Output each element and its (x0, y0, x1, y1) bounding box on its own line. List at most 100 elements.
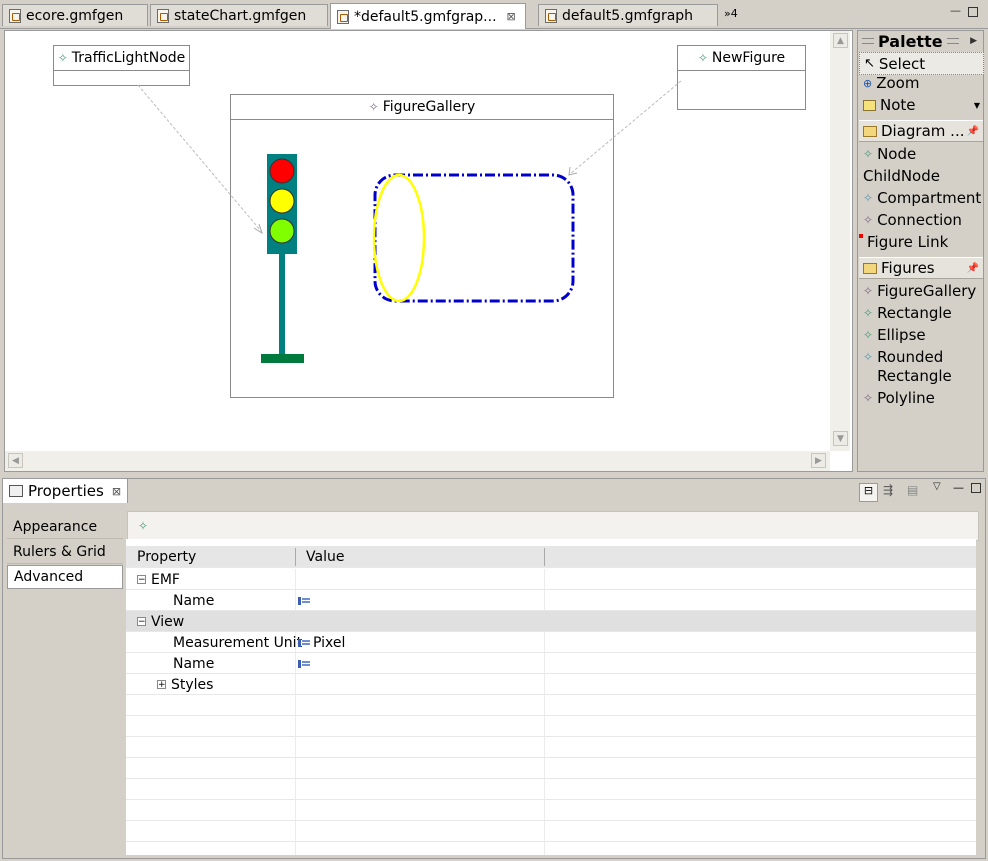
column-value[interactable]: Value (306, 546, 344, 567)
palette-menu-icon[interactable]: ▶ (970, 36, 977, 46)
property-table[interactable]: Property Value − EMF Name − View Measureme… (126, 539, 976, 855)
palette-item-figuregallery[interactable]: ✧ FigureGallery (863, 282, 976, 300)
folder-icon (863, 262, 877, 274)
categories-icon[interactable]: ⊟ (859, 483, 878, 502)
tab-ecore-gmfgen[interactable]: ecore.gmfgen (2, 4, 148, 26)
scroll-right-icon[interactable]: ▶ (811, 453, 826, 468)
tool-label: Zoom (876, 74, 920, 92)
figure-link-icon (859, 234, 863, 238)
tab-appearance[interactable]: Appearance (7, 515, 123, 539)
maximize-icon[interactable] (968, 7, 978, 17)
tab-label: *default5.gmfgrap... (354, 8, 497, 25)
tool-select[interactable]: ↖ Select (859, 52, 984, 75)
table-row[interactable]: Name (126, 590, 976, 611)
empty-row (126, 695, 976, 716)
palette-panel: Palette ▶ ↖ Select ⊕ Zoom Note ▼ Diagram… (857, 30, 984, 472)
palette-item-polyline[interactable]: ✧ Polyline (863, 389, 935, 407)
diagram-canvas[interactable]: ✧ TrafficLightNode ✧ NewFigure ✧ FigureG… (4, 30, 853, 472)
palette-item-figure-link[interactable]: Figure Link (859, 233, 948, 251)
tab-label: Rulers & Grid (13, 543, 106, 560)
restore-default-icon[interactable]: ▤ (907, 483, 918, 497)
scroll-up-icon[interactable]: ▲ (833, 33, 848, 48)
row-label: Name (173, 592, 215, 609)
properties-view-tab[interactable]: Properties ⊠ (3, 479, 128, 503)
table-row[interactable]: + Styles (126, 674, 976, 695)
palette-item-rounded-rectangle[interactable]: ✧ Rounded Rectangle (863, 348, 958, 386)
empty-row (126, 716, 976, 737)
tab-label: Advanced (14, 569, 84, 585)
chevron-down-icon[interactable]: ▼ (974, 101, 980, 110)
table-row[interactable]: Measurement Unit Pixel (126, 632, 976, 653)
table-row[interactable]: − View (126, 611, 976, 632)
palette-title: Palette (878, 31, 943, 51)
folder-icon (863, 125, 877, 137)
tab-label: Appearance (13, 518, 98, 535)
empty-row (126, 758, 976, 779)
maximize-icon[interactable] (971, 483, 981, 493)
green-light (269, 218, 295, 244)
ellipse-tool-icon: ✧ (863, 328, 874, 342)
value-icon (298, 659, 310, 668)
horizontal-scrollbar[interactable]: ◀ ▶ (5, 451, 830, 471)
minimize-icon[interactable]: — (953, 481, 964, 494)
collapse-icon[interactable]: − (137, 575, 146, 585)
tab-rulers-grid[interactable]: Rulers & Grid (7, 540, 123, 564)
palette-item-rectangle[interactable]: ✧ Rectangle (863, 304, 952, 322)
row-value[interactable]: Pixel (313, 635, 345, 651)
arrow-head (253, 223, 263, 235)
value-icon (298, 596, 310, 605)
expand-icon[interactable]: + (157, 680, 166, 690)
view-title: Properties (28, 482, 104, 500)
traffic-light-pole (279, 254, 285, 356)
close-icon[interactable]: ⊠ (507, 10, 516, 23)
row-label: EMF (151, 571, 180, 588)
close-icon[interactable]: ⊠ (112, 485, 121, 498)
tab-label: ecore.gmfgen (26, 7, 124, 24)
filter-icon[interactable]: ⇶ (883, 483, 893, 497)
rounded-rectangle-tool-icon: ✧ (863, 350, 874, 364)
view-menu-icon[interactable]: ▽ (933, 481, 941, 492)
palette-item-ellipse[interactable]: ✧ Ellipse (863, 326, 926, 344)
properties-title-band: ✧ (127, 511, 979, 541)
tab-advanced[interactable]: Advanced (7, 565, 123, 589)
drawer-label: Diagram ... (881, 122, 965, 140)
table-row[interactable]: − EMF (126, 569, 976, 590)
table-header: Property Value (126, 546, 976, 568)
traffic-light-base (261, 354, 304, 363)
minimize-icon[interactable]: — (950, 5, 961, 16)
pin-icon[interactable]: 📌 (967, 263, 979, 274)
palette-item-compartment[interactable]: ✧ Compartment (863, 189, 981, 207)
item-label: Figure Link (867, 233, 949, 251)
magnifier-icon: ⊕ (863, 76, 873, 90)
tab-default5-gmfgraph-active[interactable]: *default5.gmfgrap... ⊠ (330, 3, 526, 29)
drawer-figures[interactable]: Figures 📌 (859, 257, 983, 279)
file-icon (337, 9, 349, 24)
drawer-diagram[interactable]: Diagram ... 📌 (859, 120, 983, 142)
palette-item-connection[interactable]: ✧ Connection (863, 211, 962, 229)
tab-statechart-gmfgen[interactable]: stateChart.gmfgen (150, 4, 328, 26)
scroll-left-icon[interactable]: ◀ (8, 453, 23, 468)
arrow-cursor-icon: ↖ (864, 56, 875, 71)
item-label: Connection (877, 211, 962, 229)
table-row[interactable]: Name (126, 653, 976, 674)
connection-line (569, 80, 682, 175)
connection-line (137, 84, 262, 232)
tool-note[interactable]: Note ▼ (863, 96, 980, 114)
empty-row (126, 737, 976, 758)
yellow-ellipse (372, 173, 426, 303)
scroll-down-icon[interactable]: ▼ (833, 431, 848, 446)
column-property[interactable]: Property (137, 546, 196, 567)
palette-header: Palette ▶ (858, 31, 983, 51)
palette-item-node[interactable]: ✧ Node (863, 145, 916, 163)
item-label: Compartment (877, 189, 982, 207)
tab-default5-gmfgraph[interactable]: default5.gmfgraph (538, 4, 718, 26)
pin-icon[interactable]: 📌 (967, 126, 979, 137)
vertical-scrollbar[interactable]: ▲ ▼ (830, 31, 850, 451)
palette-item-childnode[interactable]: ChildNode (863, 167, 940, 185)
tab-overflow-button[interactable]: »4 (724, 7, 738, 20)
tool-zoom[interactable]: ⊕ Zoom (863, 74, 919, 92)
grip-icon (862, 38, 874, 44)
collapse-icon[interactable]: − (137, 617, 146, 627)
note-icon (863, 99, 876, 111)
grip-icon (946, 38, 959, 44)
